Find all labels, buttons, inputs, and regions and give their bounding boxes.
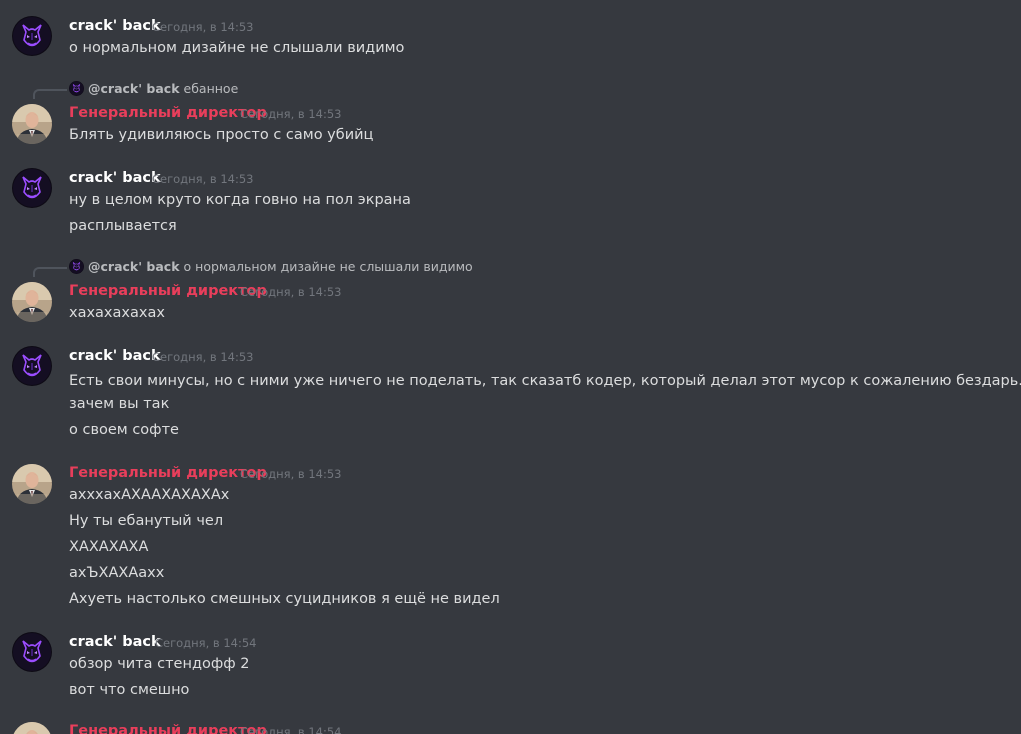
reply-excerpt: о нормальном дизайне не слышали видимо <box>183 259 473 274</box>
chat-message-list[interactable]: crack' back Сегодня, в 14:53 о нормально… <box>0 0 1021 734</box>
author-name[interactable]: Генеральный директор <box>69 721 267 734</box>
message-text: расплывается <box>69 218 177 234</box>
demon-mask-avatar <box>69 259 84 274</box>
demon-mask-avatar <box>69 81 84 96</box>
man-in-suit-avatar[interactable] <box>12 464 52 504</box>
reply-connector <box>33 267 67 277</box>
message-text: ахххаxAXAAXAXAXAx <box>69 487 230 503</box>
timestamp: Сегодня, в 14:53 <box>240 285 342 299</box>
author-name[interactable]: crack' back <box>69 16 161 36</box>
author-name[interactable]: crack' back <box>69 632 161 652</box>
timestamp: Сегодня, в 14:53 <box>240 467 342 481</box>
man-in-suit-avatar[interactable] <box>12 282 52 322</box>
author-name[interactable]: Генеральный директор <box>69 281 267 301</box>
message-text: ахЪХАХАaxx <box>69 565 165 581</box>
author-name[interactable]: Генеральный директор <box>69 463 267 483</box>
reply-author: @crack' back <box>88 259 180 274</box>
demon-mask-avatar[interactable] <box>12 16 52 56</box>
reply-author: @crack' back <box>88 81 180 96</box>
message-text: вот что смешно <box>69 682 190 698</box>
timestamp: Сегодня, в 14:53 <box>152 20 254 34</box>
timestamp: Сегодня, в 14:53 <box>152 350 254 364</box>
timestamp: Сегодня, в 14:53 <box>152 172 254 186</box>
message-text: хахахахахах <box>69 305 165 321</box>
demon-mask-avatar[interactable] <box>12 632 52 672</box>
reply-preview[interactable]: @crack' back о нормальном дизайне не слыш… <box>69 258 473 276</box>
message-text: обзор чита стендофф 2 <box>69 656 250 672</box>
reply-excerpt: ебанное <box>183 81 239 96</box>
timestamp: Сегодня, в 14:53 <box>240 107 342 121</box>
demon-mask-avatar[interactable] <box>12 168 52 208</box>
author-name[interactable]: crack' back <box>69 168 161 188</box>
message-text: о своем софте <box>69 422 179 438</box>
message-text: Есть свои минусы, но с ними уже ничего н… <box>69 368 1021 391</box>
man-in-suit-avatar[interactable] <box>12 104 52 144</box>
timestamp: Сегодня, в 14:54 <box>240 725 342 734</box>
message-text: Ахуеть настолько смешных суцидников я ещ… <box>69 591 500 607</box>
message-text: ну в целом круто когда говно на пол экра… <box>69 192 411 208</box>
demon-mask-avatar[interactable] <box>12 346 52 386</box>
timestamp: Сегодня, в 14:54 <box>155 636 257 650</box>
author-name[interactable]: crack' back <box>69 346 161 366</box>
message-text: зачем вы так <box>69 396 170 412</box>
message-text-content: Есть свои минусы, но с ними уже ничего н… <box>69 373 1021 389</box>
reply-preview[interactable]: @crack' back ебанное <box>69 80 238 98</box>
reply-connector <box>33 89 67 99</box>
man-in-suit-avatar[interactable] <box>12 722 52 734</box>
message-text: Ну ты ебанутый чел <box>69 513 224 529</box>
author-name[interactable]: Генеральный директор <box>69 103 267 123</box>
message-text: Блять удивиляюсь просто с само убийц <box>69 127 374 143</box>
message-text: ХАХАХАХА <box>69 539 149 555</box>
message-text: о нормальном дизайне не слышали видимо <box>69 40 405 56</box>
